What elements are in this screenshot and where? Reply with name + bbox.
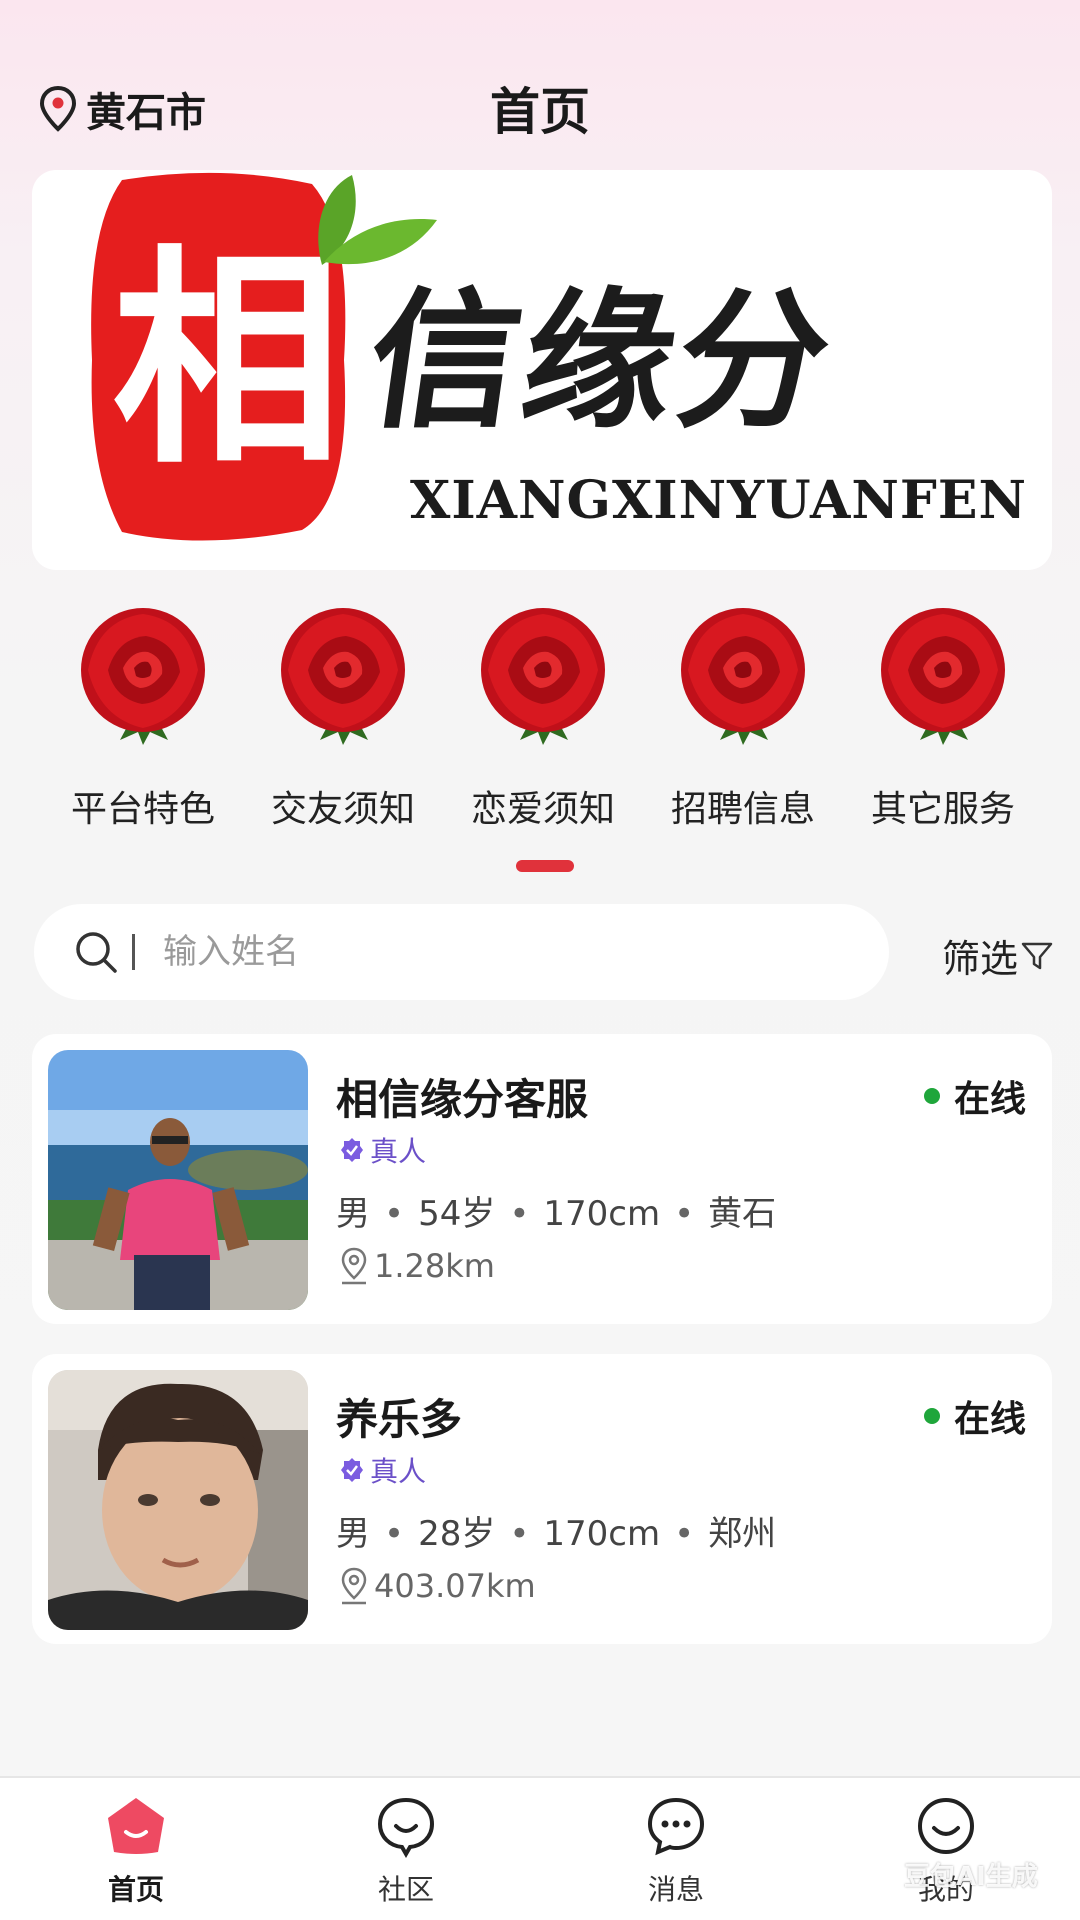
tab-label: 首页 bbox=[107, 1873, 164, 1906]
separator-dot: • bbox=[384, 1514, 405, 1554]
user-distance: 1.28km bbox=[338, 1246, 495, 1286]
user-card[interactable]: 养乐多 在线 真人 男 • 28岁 • 170cm • 郑州 403.07km bbox=[32, 1354, 1052, 1644]
category-item-love-guide[interactable]: 恋爱须知 bbox=[448, 600, 638, 832]
bottom-tab-bar: 首页 社区 消息 我的 bbox=[0, 1776, 1080, 1920]
user-city: 郑州 bbox=[708, 1514, 777, 1554]
home-icon bbox=[108, 1798, 164, 1854]
user-name: 相信缘分客服 bbox=[336, 1075, 589, 1124]
user-name: 养乐多 bbox=[336, 1395, 463, 1444]
avatar-photo bbox=[48, 1050, 308, 1310]
separator-dot: • bbox=[509, 1194, 530, 1234]
category-label: 其它服务 bbox=[870, 789, 1015, 830]
online-status: 在线 bbox=[923, 1070, 1026, 1122]
search-bar[interactable] bbox=[34, 904, 889, 1000]
user-gender: 男 bbox=[336, 1514, 370, 1554]
verified-text: 真人 bbox=[370, 1455, 427, 1488]
page-title: 首页 bbox=[490, 83, 590, 141]
brand-name-chinese: 信缘分 bbox=[357, 273, 845, 449]
avatar[interactable] bbox=[48, 1370, 308, 1630]
category-item-jobs[interactable]: 招聘信息 bbox=[648, 600, 838, 832]
distance-pin-icon bbox=[341, 1567, 367, 1605]
category-label: 平台特色 bbox=[70, 789, 215, 830]
page-indicator bbox=[516, 860, 574, 872]
user-info: 男 • 54岁 • 170cm • 黄石 bbox=[336, 1186, 776, 1235]
tab-messages[interactable]: 消息 bbox=[576, 1794, 776, 1908]
avatar-photo bbox=[48, 1370, 308, 1630]
category-label: 招聘信息 bbox=[670, 789, 815, 830]
user-info: 男 • 28岁 • 170cm • 郑州 bbox=[336, 1506, 776, 1555]
tab-label: 社区 bbox=[377, 1873, 434, 1906]
watermark: 豆包AI生成 bbox=[904, 1862, 1038, 1892]
verified-text: 真人 bbox=[370, 1135, 427, 1168]
category-item-features[interactable]: 平台特色 bbox=[48, 600, 238, 832]
user-height: 170cm bbox=[543, 1514, 661, 1554]
category-label: 恋爱须知 bbox=[470, 789, 615, 830]
rose-icon bbox=[481, 608, 605, 745]
user-height: 170cm bbox=[543, 1194, 661, 1234]
verified-badge: 真人 bbox=[338, 1130, 426, 1170]
online-dot-icon bbox=[923, 1408, 940, 1424]
rose-icon bbox=[81, 608, 205, 745]
distance-text: 1.28km bbox=[374, 1247, 495, 1285]
separator-dot: • bbox=[674, 1514, 695, 1554]
tab-community[interactable]: 社区 bbox=[306, 1794, 506, 1908]
category-item-other-services[interactable]: 其它服务 bbox=[848, 600, 1038, 832]
online-status: 在线 bbox=[923, 1390, 1026, 1442]
user-age: 28岁 bbox=[418, 1514, 496, 1554]
user-age: 54岁 bbox=[418, 1194, 496, 1234]
header: 黄石市 首页 bbox=[0, 60, 1080, 150]
filter-icon bbox=[1021, 942, 1053, 969]
distance-pin-icon bbox=[341, 1247, 367, 1285]
tab-label: 消息 bbox=[647, 1873, 704, 1906]
search-input[interactable] bbox=[163, 932, 803, 972]
message-icon bbox=[647, 1797, 705, 1856]
user-distance: 403.07km bbox=[338, 1566, 536, 1606]
text-cursor bbox=[132, 934, 135, 970]
rose-icon bbox=[881, 608, 1005, 745]
user-city: 黄石 bbox=[708, 1194, 777, 1234]
community-icon bbox=[377, 1797, 435, 1858]
verified-badge-icon bbox=[341, 1458, 363, 1482]
online-dot-icon bbox=[923, 1088, 940, 1104]
user-card[interactable]: 相信缘分客服 在线 真人 男 • 54岁 • 170cm • 黄石 1.28km bbox=[32, 1034, 1052, 1324]
separator-dot: • bbox=[509, 1514, 530, 1554]
brand-banner[interactable]: 相 信缘分 XIANGXINYUANFEN bbox=[32, 170, 1052, 570]
category-grid: 平台特色 交友须知 恋爱须知 招聘信息 其它服务 bbox=[48, 600, 1038, 832]
category-label: 交友须知 bbox=[270, 789, 415, 830]
avatar[interactable] bbox=[48, 1050, 308, 1310]
separator-dot: • bbox=[674, 1194, 695, 1234]
separator-dot: • bbox=[384, 1194, 405, 1234]
rose-icon bbox=[681, 608, 805, 745]
verified-badge: 真人 bbox=[338, 1450, 426, 1490]
profile-icon bbox=[918, 1798, 974, 1854]
tab-home[interactable]: 首页 bbox=[36, 1794, 236, 1908]
online-status-text: 在线 bbox=[953, 1079, 1026, 1120]
search-icon bbox=[76, 932, 117, 973]
category-item-dating-guide[interactable]: 交友须知 bbox=[248, 600, 438, 832]
filter-button[interactable]: 筛选 bbox=[942, 928, 1054, 983]
distance-text: 403.07km bbox=[374, 1567, 536, 1605]
brand-name-pinyin: XIANGXINYUANFEN bbox=[410, 470, 1027, 531]
user-gender: 男 bbox=[336, 1194, 370, 1234]
rose-icon bbox=[281, 608, 405, 745]
filter-label: 筛选 bbox=[942, 937, 1019, 981]
online-status-text: 在线 bbox=[953, 1399, 1026, 1440]
verified-badge-icon bbox=[341, 1138, 363, 1162]
